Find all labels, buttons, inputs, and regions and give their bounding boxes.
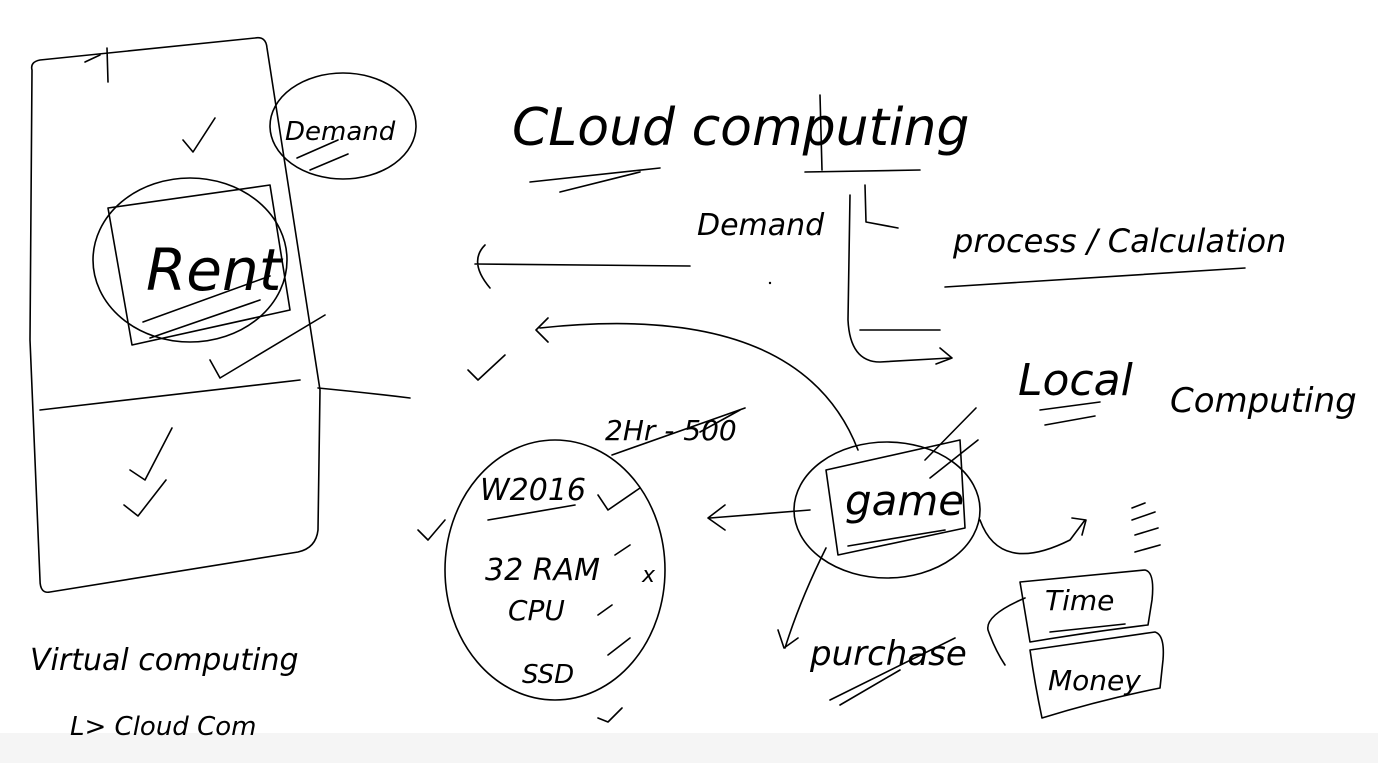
left-box-divider [39,379,301,411]
demand-label: Demand [697,208,825,243]
tick [597,544,631,723]
purchase-label: purchase [809,634,967,674]
left-box [29,36,321,594]
time-underline [1049,623,1126,633]
w2016-label: W2016 [480,473,586,508]
check-mark [123,479,167,517]
check-mark [597,487,641,511]
check-mark [182,117,216,153]
time-label: Time [1045,584,1114,617]
cloud-com-label: L> Cloud Com [70,712,256,742]
process-label: process / Calculation [952,222,1286,260]
demand-note: Demand [285,117,396,147]
bracket [987,597,1026,666]
check-mark [129,427,173,481]
game-label: game [845,476,964,525]
game-check [924,407,979,479]
process-underline [944,267,1246,288]
check-mark [467,354,506,381]
cpu-label: CPU [508,594,565,627]
whiteboard-canvas[interactable]: Demand Rent CLoud computing Demand proce… [0,0,1378,763]
demand-arrow [474,244,691,289]
title: CLoud computing [512,98,969,158]
rent-label: Rent [146,236,284,304]
x-mark: x [641,563,656,588]
ram-label: 32 RAM [485,553,600,588]
process-bracket [847,194,953,365]
money-label: Money [1048,664,1141,697]
local-computing-label: Computing [1170,381,1357,421]
dot [768,281,772,285]
local-label: Local [1018,355,1134,406]
game-underline [847,529,946,547]
process-hook [864,184,899,229]
lines-mark [1131,502,1161,553]
hr-label: 2Hr - 500 [605,414,737,447]
left-box-tail [317,387,411,399]
game-right-arrow [979,517,1087,555]
check-mark [417,519,446,541]
game-down-arrow [777,547,827,649]
ssd-label: SSD [522,660,574,690]
virtual-label: Virtual computing [30,643,299,678]
